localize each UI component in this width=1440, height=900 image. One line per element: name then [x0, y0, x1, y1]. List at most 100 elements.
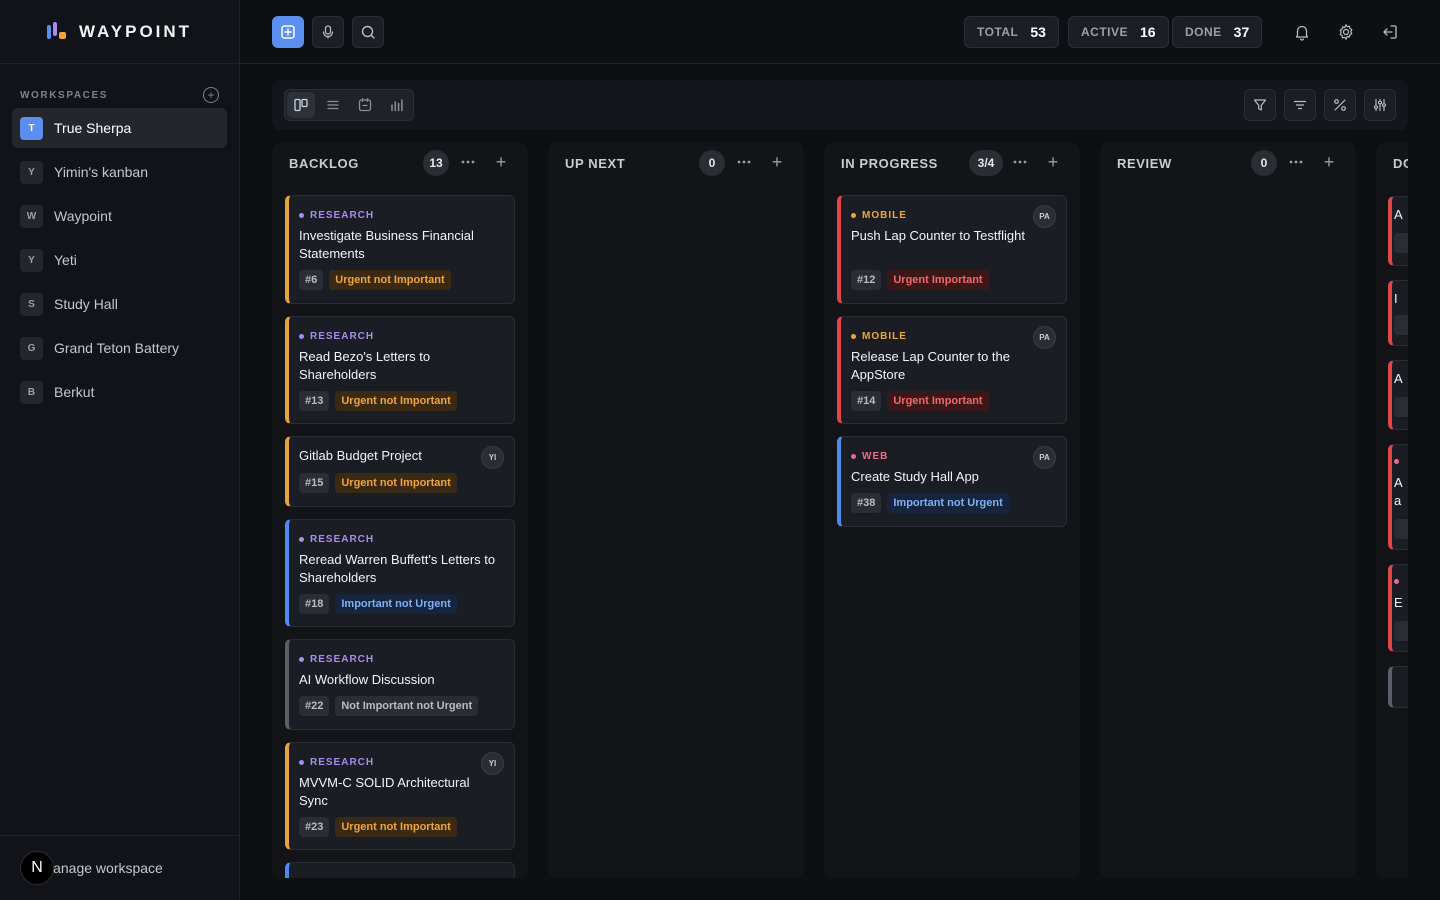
group-button[interactable] [1324, 89, 1356, 121]
task-card[interactable]: RESEARCH Investigate Business Financial … [285, 195, 515, 304]
column-menu-button[interactable] [1286, 152, 1306, 172]
display-settings-button[interactable] [1364, 89, 1396, 121]
assignee-avatar[interactable]: PA [1033, 326, 1056, 349]
new-task-button[interactable] [272, 16, 304, 48]
card-title: MVVM-C SOLID Architectural Sync [299, 775, 470, 808]
settings-button[interactable] [1336, 22, 1356, 42]
card-footer: #14 Urgent Important [851, 391, 989, 411]
card-title: AI Workflow Discussion [299, 672, 435, 687]
plus-square-icon [281, 25, 295, 39]
workspace-name: Grand Teton Battery [54, 340, 180, 356]
bell-icon [1295, 25, 1309, 41]
task-card[interactable]: A [1388, 360, 1408, 430]
card-tag: MOBILE [851, 210, 907, 221]
voice-input-button[interactable] [312, 16, 344, 48]
chart-view-button[interactable] [383, 92, 411, 118]
workspace-item-yimins-kanban[interactable]: Y Yimin's kanban [12, 152, 227, 192]
assignee-avatar[interactable]: PA [1033, 205, 1056, 228]
column-header: DC [1376, 142, 1408, 184]
task-card[interactable]: I [1388, 280, 1408, 346]
tag-dot-icon [299, 760, 304, 765]
list-view-button[interactable] [319, 92, 347, 118]
card-title: A [1394, 371, 1403, 386]
task-card[interactable]: MOBILE PA Push Lap Counter to Testflight… [837, 195, 1067, 304]
tag-label: RESEARCH [310, 534, 375, 545]
card-id: #23 [299, 817, 330, 837]
task-card[interactable]: RESEARCH AI Workflow Discussion #22 Not … [285, 639, 515, 730]
task-card[interactable]: RESEARCH Reread Warren Buffett's Letters… [285, 519, 515, 627]
card-id: #12 [851, 270, 882, 290]
search-button[interactable] [352, 16, 384, 48]
workspace-item-study-hall[interactable]: S Study Hall [12, 284, 227, 324]
calendar-icon [358, 98, 372, 112]
tag-dot-icon [299, 537, 304, 542]
stat-total: TOTAL 53 [964, 16, 1059, 48]
sort-button[interactable] [1284, 89, 1316, 121]
add-workspace-icon[interactable]: + [203, 87, 219, 103]
stat-label: ACTIVE [1081, 25, 1129, 39]
card-id: #18 [299, 594, 330, 614]
add-card-button[interactable]: + [491, 152, 511, 172]
bar-chart-icon [391, 99, 403, 112]
workspace-item-waypoint[interactable]: W Waypoint [12, 196, 227, 236]
column-count: 0 [699, 150, 725, 176]
task-card[interactable]: RESEARCH Read Bezo's Letters to Sharehol… [285, 316, 515, 424]
user-avatar[interactable]: N [20, 851, 54, 885]
workspace-name: True Sherpa [54, 120, 132, 136]
card-title: Push Lap Counter to Testflight [851, 228, 1025, 243]
card-footer: #38 Important not Urgent [851, 493, 1009, 513]
card-id [1394, 621, 1408, 641]
column-menu-button[interactable] [734, 152, 754, 172]
task-card[interactable]: E [1388, 564, 1408, 652]
column-header: IN PROGRESS 3/4 + [824, 142, 1080, 184]
workspace-item-true-sherpa[interactable]: T True Sherpa [12, 108, 227, 148]
task-card[interactable]: A [1388, 196, 1408, 266]
column-count: 3/4 [969, 150, 1003, 176]
card-title: A [1394, 475, 1403, 490]
task-card[interactable]: A a [1388, 444, 1408, 550]
column-menu-button[interactable] [1010, 152, 1030, 172]
card-id [1394, 397, 1408, 417]
column-menu-button[interactable] [458, 152, 478, 172]
task-card[interactable] [285, 862, 515, 878]
assignee-avatar[interactable]: PA [1033, 446, 1056, 469]
calendar-view-button[interactable] [351, 92, 379, 118]
column-count: 13 [423, 150, 449, 176]
card-tag: RESEARCH [299, 654, 374, 665]
task-card[interactable]: MOBILE PA Release Lap Counter to the App… [837, 316, 1067, 424]
brand-header[interactable]: WAYPOINT [0, 0, 239, 64]
workspace-name: Waypoint [54, 208, 112, 224]
view-switcher [284, 89, 414, 121]
notifications-button[interactable] [1292, 22, 1312, 42]
workspace-item-berkut[interactable]: B Berkut [12, 372, 227, 412]
filter-button[interactable] [1244, 89, 1276, 121]
task-card[interactable] [1388, 666, 1408, 708]
task-card[interactable]: Gitlab Budget Project YI #15 Urgent not … [285, 436, 515, 507]
priority-badge: Urgent not Important [329, 270, 451, 290]
assignee-avatar[interactable]: YI [481, 752, 504, 775]
sort-lines-icon [1293, 100, 1307, 110]
assignee-avatar[interactable]: YI [481, 446, 504, 469]
stat-label: TOTAL [977, 25, 1019, 39]
tag-dot-icon [851, 334, 856, 339]
card-tag: RESEARCH [299, 210, 374, 221]
board-view-button[interactable] [287, 92, 315, 118]
tag-dot-icon [299, 334, 304, 339]
gear-icon [1339, 24, 1353, 40]
add-card-button[interactable]: + [1043, 152, 1063, 172]
manage-workspace-button[interactable]: N lanage workspace [0, 835, 239, 900]
task-card[interactable]: WEB PA Create Study Hall App #38 Importa… [837, 436, 1067, 527]
task-card[interactable]: RESEARCH YI MVVM-C SOLID Architectural S… [285, 742, 515, 850]
column-header: UP NEXT 0 + [548, 142, 804, 184]
workspace-badge: G [20, 336, 43, 360]
priority-badge: Important not Urgent [887, 493, 1009, 513]
logout-button[interactable] [1380, 22, 1400, 42]
add-card-button[interactable]: + [767, 152, 787, 172]
workspace-item-yeti[interactable]: Y Yeti [12, 240, 227, 280]
stat-active: ACTIVE 16 [1068, 16, 1169, 48]
workspace-item-grand-teton-battery[interactable]: G Grand Teton Battery [12, 328, 227, 368]
priority-badge: Urgent not Important [335, 817, 457, 837]
add-card-button[interactable]: + [1319, 152, 1339, 172]
tag-label: RESEARCH [310, 210, 375, 221]
column-header: BACKLOG 13 + [272, 142, 528, 184]
